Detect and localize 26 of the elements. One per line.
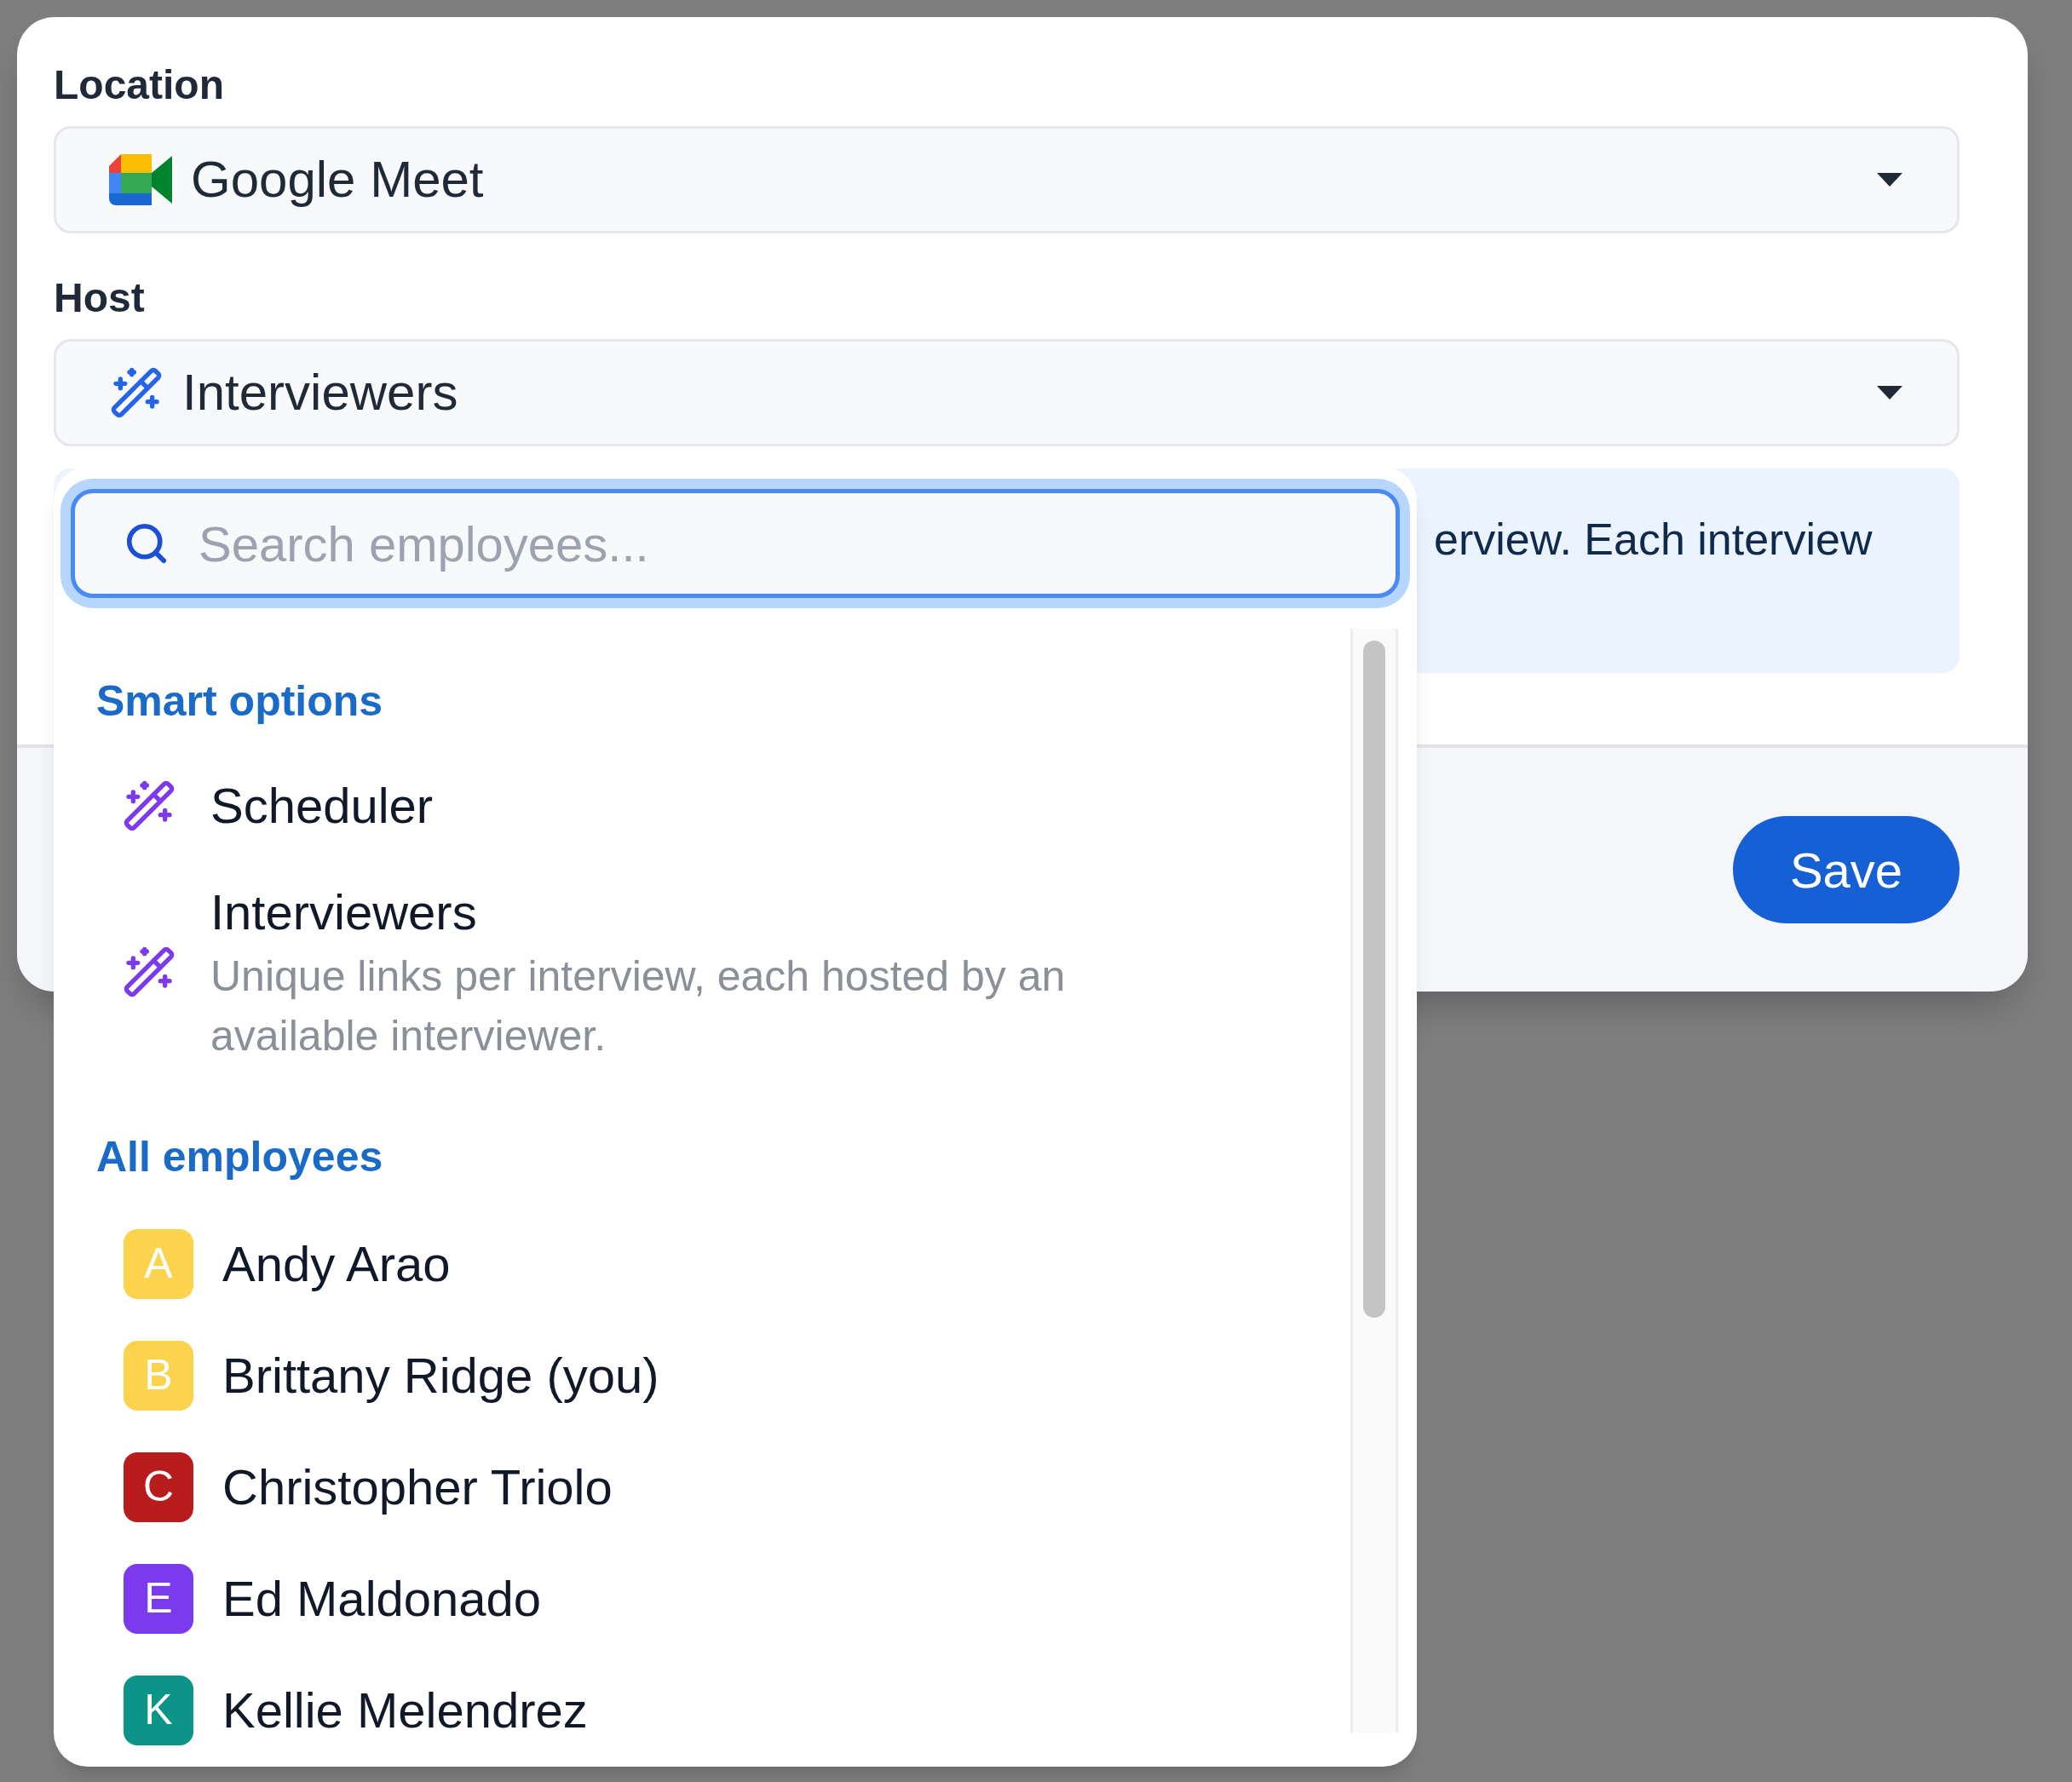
avatar: B (124, 1340, 193, 1411)
employee-item[interactable]: C Christopher Triolo (54, 1431, 1350, 1543)
search-field[interactable]: Search employees... (71, 489, 1400, 598)
scrollbar[interactable] (1350, 629, 1398, 1733)
avatar: K (124, 1675, 193, 1745)
field-label: Host (54, 274, 146, 322)
caret-icon (1875, 384, 1904, 401)
avatar: E (124, 1563, 193, 1634)
employee-item[interactable]: K Kellie Melendrez (54, 1654, 1350, 1767)
employee-item[interactable]: B Brittany Ridge (you) (54, 1319, 1350, 1432)
info-text: erview. Each interview (1434, 514, 1873, 564)
avatar: C (124, 1451, 193, 1522)
field-label: Location (54, 61, 225, 109)
option-item[interactable]: Interviewers Unique links per interview, each hosted by an available interviewer. (54, 859, 1350, 1085)
select-field[interactable]: Interviewers (54, 339, 1960, 446)
section-heading: Smart options (95, 676, 384, 727)
video-camera-icon (109, 154, 172, 205)
avatar: A (124, 1228, 193, 1299)
select-field[interactable]: Google Meet (54, 126, 1960, 233)
option-item[interactable]: Scheduler (54, 752, 1350, 859)
save-button[interactable]: Save (1733, 816, 1960, 923)
caret-icon (1875, 171, 1904, 188)
employee-item[interactable]: E Ed Maldonado (54, 1543, 1350, 1655)
section-heading: All employees (95, 1132, 384, 1183)
employee-item[interactable]: A Andy Arao (54, 1208, 1350, 1320)
magic-wand-icon (109, 365, 164, 420)
